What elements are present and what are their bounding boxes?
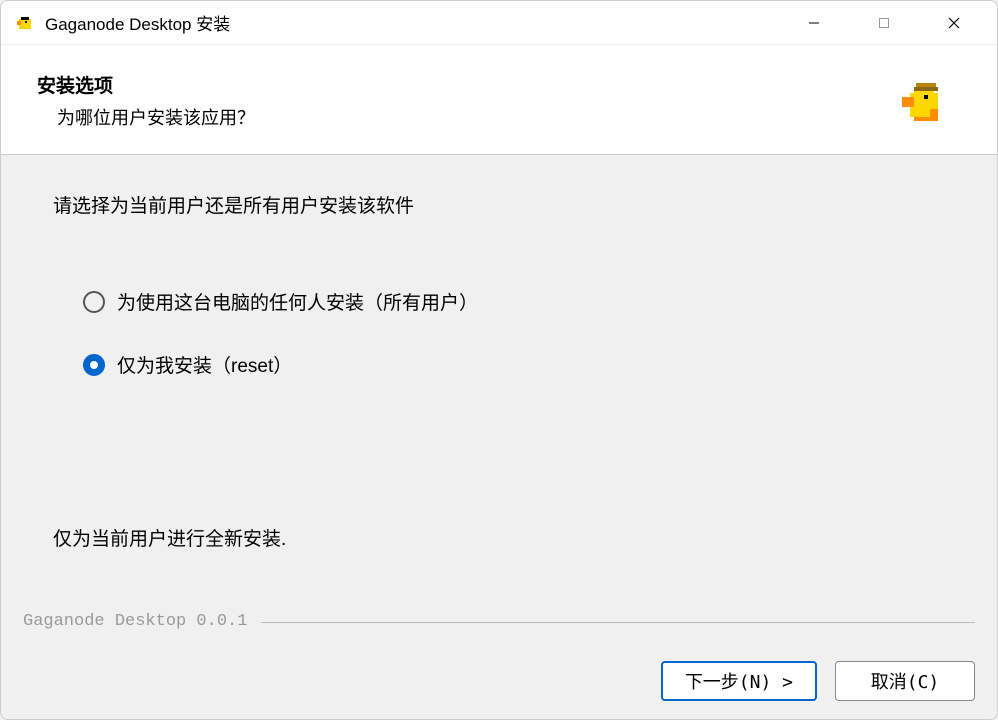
header-subtitle: 为哪位用户安装该应用？ <box>37 104 897 130</box>
radio-label: 为使用这台电脑的任何人安装（所有用户） <box>117 288 478 315</box>
install-scope-radio-group: 为使用这台电脑的任何人安装（所有用户） 仅为我安装（reset） <box>53 288 945 378</box>
window-title: Gaganode Desktop 安装 <box>45 10 779 35</box>
next-button[interactable]: 下一步(N) > <box>661 661 817 701</box>
radio-indicator <box>83 354 105 376</box>
titlebar: Gaganode Desktop 安装 <box>1 1 997 45</box>
footer: 下一步(N) > 取消(C) <box>1 647 997 719</box>
close-button[interactable] <box>919 3 989 43</box>
window-controls <box>779 3 989 43</box>
radio-label: 仅为我安装（reset） <box>117 351 292 378</box>
maximize-button[interactable] <box>849 3 919 43</box>
header-text: 安装选项 为哪位用户安装该应用？ <box>37 71 897 130</box>
installer-window: Gaganode Desktop 安装 安装选项 为哪位用户安装该应用？ <box>0 0 998 720</box>
cancel-button[interactable]: 取消(C) <box>835 661 975 701</box>
minimize-button[interactable] <box>779 3 849 43</box>
selection-description: 仅为当前用户进行全新安装. <box>53 524 286 551</box>
divider-line <box>261 622 975 623</box>
app-icon <box>15 13 35 33</box>
header-section: 安装选项 为哪位用户安装该应用？ <box>1 45 997 155</box>
radio-option-current-user[interactable]: 仅为我安装（reset） <box>83 351 945 378</box>
radio-indicator <box>83 291 105 313</box>
duck-icon <box>897 76 947 126</box>
instruction-text: 请选择为当前用户还是所有用户安装该软件 <box>53 191 945 218</box>
version-label: Gaganode Desktop 0.0.1 <box>23 612 247 631</box>
radio-option-all-users[interactable]: 为使用这台电脑的任何人安装（所有用户） <box>83 288 945 315</box>
main-content: 请选择为当前用户还是所有用户安装该软件 为使用这台电脑的任何人安装（所有用户） … <box>1 155 997 647</box>
header-title: 安装选项 <box>37 71 897 98</box>
